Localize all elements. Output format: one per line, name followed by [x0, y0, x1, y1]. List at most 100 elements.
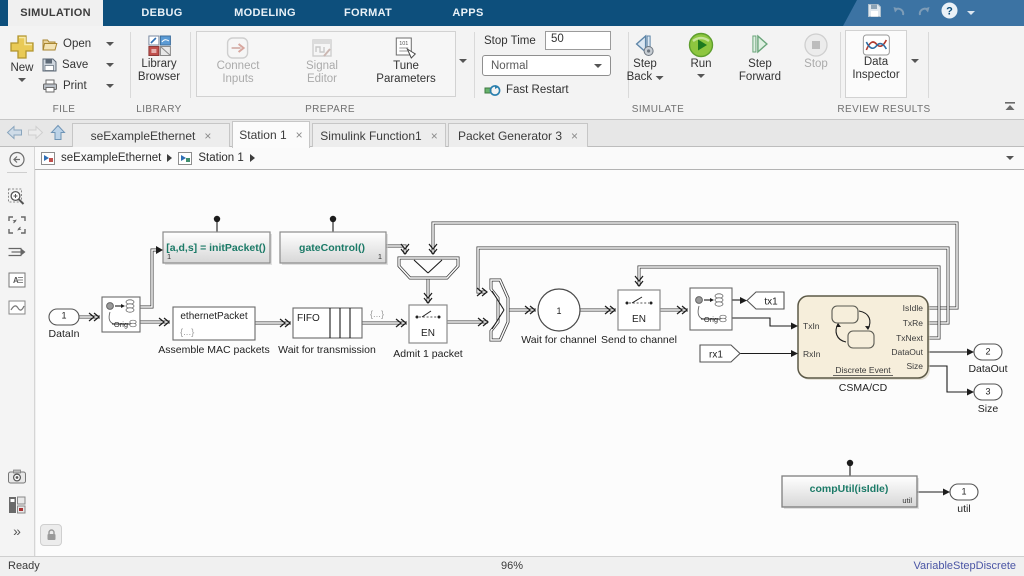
open-dropdown-icon[interactable]: [106, 42, 114, 46]
block-entity-merge-2[interactable]: [491, 280, 508, 340]
connect-inputs-button[interactable]: ConnectInputs: [217, 36, 260, 86]
tune-parameters-button[interactable]: 101 TuneParameters: [376, 36, 435, 86]
data-inspector-button[interactable]: DataInspector: [852, 34, 899, 82]
prepare-overflow-dropdown-icon[interactable]: [459, 59, 467, 63]
block-orig-2[interactable]: Orig: [690, 288, 732, 330]
block-gatecontrol-function[interactable]: gateControl() 1: [280, 232, 388, 265]
tab-modeling[interactable]: MODELING: [215, 0, 315, 26]
svg-text:Discrete Event: Discrete Event: [835, 365, 891, 375]
doc-tab-simulink-function1[interactable]: Simulink Function1×: [312, 123, 446, 148]
run-dropdown-icon[interactable]: [697, 74, 705, 78]
signal-routing-icon[interactable]: [8, 245, 27, 264]
new-plus-icon: [9, 34, 35, 60]
hide-explorer-icon[interactable]: [9, 151, 26, 173]
svg-text:FIFO: FIFO: [297, 313, 320, 324]
viewmarks-icon[interactable]: [8, 300, 26, 320]
stop-button[interactable]: Stop: [803, 32, 829, 70]
svg-text:compUtil(isIdle): compUtil(isIdle): [810, 483, 889, 495]
lock-badge[interactable]: [40, 524, 62, 546]
doc-tab-packet-generator-3[interactable]: Packet Generator 3×: [448, 123, 588, 148]
mode-dropdown-icon: [594, 64, 602, 68]
block-dataout-port[interactable]: 2 DataOut: [968, 344, 1007, 375]
svg-text:{...}: {...}: [370, 309, 384, 320]
block-computil-function[interactable]: compUtil(isIdle) util: [782, 476, 919, 509]
breadcrumb-subsystem[interactable]: Station 1: [198, 152, 243, 164]
block-entity-merge-1[interactable]: [399, 258, 458, 278]
signal-editor-icon: [310, 36, 334, 60]
help-icon[interactable]: ?: [941, 2, 958, 24]
model-canvas[interactable]: 1 DataIn Orig [a,d,s] = initPacket() 1: [36, 170, 1024, 556]
close-tab-icon[interactable]: ×: [431, 130, 438, 142]
block-send-gate[interactable]: EN Send to channel: [601, 290, 677, 346]
nav-forward-icon[interactable]: [27, 125, 44, 145]
tab-format[interactable]: FORMAT: [325, 0, 411, 26]
close-tab-icon[interactable]: ×: [204, 130, 211, 142]
block-size-port[interactable]: 3 Size: [974, 384, 1002, 415]
redo-icon[interactable]: [916, 4, 932, 23]
close-tab-icon[interactable]: ×: [296, 129, 303, 141]
save-button[interactable]: Save: [42, 56, 88, 74]
doc-tab-seexampleethernet[interactable]: seExampleEthernet×: [72, 123, 230, 148]
model-browser-icon[interactable]: [8, 496, 26, 519]
screenshot-icon[interactable]: [8, 469, 27, 489]
breadcrumb-dropdown-icon[interactable]: [1006, 156, 1014, 160]
new-button[interactable]: New: [9, 34, 35, 82]
run-button[interactable]: Run: [688, 32, 714, 78]
step-back-button[interactable]: StepBack: [627, 32, 664, 84]
show-model-browser-chevrons[interactable]: »: [13, 523, 21, 539]
qat-dropdown-icon[interactable]: [967, 11, 975, 15]
data-inspector-icon: [862, 34, 890, 56]
svg-text:CSMA/CD: CSMA/CD: [839, 382, 888, 394]
breadcrumb-separator-icon[interactable]: [167, 154, 172, 162]
undo-icon[interactable]: [891, 4, 907, 23]
block-util-port[interactable]: 1 util: [950, 484, 978, 515]
library-browser-button[interactable]: LibraryBrowser: [138, 34, 180, 84]
fast-restart-toggle[interactable]: Fast Restart: [484, 81, 569, 99]
fit-to-view-icon[interactable]: [8, 216, 26, 239]
svg-text:Wait for channel: Wait for channel: [521, 334, 596, 346]
block-orig-1[interactable]: Orig: [102, 297, 140, 332]
annotation-icon[interactable]: A: [8, 272, 26, 293]
nav-up-icon[interactable]: [50, 124, 66, 146]
tab-simulation[interactable]: SIMULATION: [8, 0, 103, 26]
step-forward-button[interactable]: StepForward: [739, 32, 781, 84]
simulation-mode-select[interactable]: Normal: [482, 55, 611, 76]
print-button[interactable]: Print: [42, 77, 87, 95]
doc-tab-station-1[interactable]: Station 1×: [232, 121, 310, 148]
svg-text:util: util: [957, 503, 970, 515]
zoom-level[interactable]: 96%: [501, 560, 523, 572]
block-admit-gate[interactable]: EN Admit 1 packet: [393, 305, 463, 360]
stop-time-input[interactable]: 50: [545, 31, 611, 50]
svg-text:Size: Size: [906, 361, 923, 371]
from-tag-rx1[interactable]: rx1: [700, 345, 740, 362]
collapse-ribbon-icon[interactable]: [1004, 102, 1016, 114]
block-initpacket-function[interactable]: [a,d,s] = initPacket() 1: [163, 232, 272, 265]
zoom-select-icon[interactable]: [8, 188, 27, 212]
save-dropdown-icon[interactable]: [106, 63, 114, 67]
block-ethernetpacket[interactable]: ethernetPacket {...} Assemble MAC packet…: [158, 307, 269, 356]
signal-editor-button[interactable]: SignalEditor: [306, 36, 338, 86]
block-csmacd-chart[interactable]: TxIn RxIn IsIdle TxRe TxNext DataOut Siz…: [798, 296, 930, 394]
svg-text:util: util: [902, 496, 912, 505]
block-fifo-queue[interactable]: FIFO Wait for transmission {...}: [278, 308, 384, 356]
step-back-dropdown-icon[interactable]: [655, 76, 663, 80]
svg-text:ethernetPacket: ethernetPacket: [180, 311, 247, 322]
print-dropdown-icon[interactable]: [106, 84, 114, 88]
tab-debug[interactable]: DEBUG: [117, 0, 207, 26]
svg-text:101: 101: [399, 41, 408, 47]
close-tab-icon[interactable]: ×: [571, 130, 578, 142]
breadcrumb-separator-icon[interactable]: [250, 154, 255, 162]
open-button[interactable]: Open: [42, 35, 91, 53]
nav-back-icon[interactable]: [6, 125, 23, 145]
goto-tag-tx1[interactable]: tx1: [747, 292, 784, 309]
tab-apps[interactable]: APPS: [433, 0, 503, 26]
block-datain-port[interactable]: 1 DataIn: [49, 309, 80, 340]
quick-access-toolbar: ?: [843, 0, 1024, 26]
save-icon[interactable]: [867, 3, 882, 23]
data-inspector-dropdown-icon[interactable]: [911, 59, 919, 63]
breadcrumb-model[interactable]: seExampleEthernet: [61, 152, 161, 164]
status-text: Ready: [8, 560, 40, 572]
block-wait-server[interactable]: 1 Wait for channel: [521, 289, 596, 346]
new-dropdown-icon[interactable]: [18, 78, 26, 82]
solver-name[interactable]: VariableStepDiscrete: [913, 560, 1016, 572]
